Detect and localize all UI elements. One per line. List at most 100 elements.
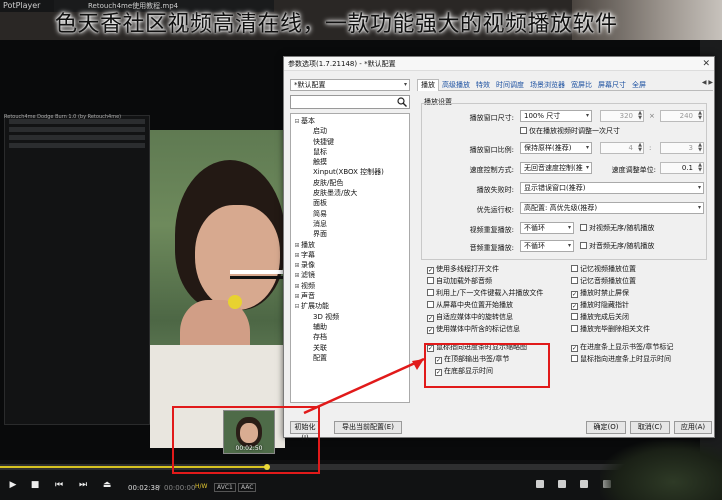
option-label: 记忆音频播放位置 [580, 277, 636, 285]
next-icon[interactable]: ⏭ [76, 479, 90, 491]
option-checkbox[interactable]: ✓ 在进度条上显示书签/章节标记 [571, 343, 673, 352]
tab-3[interactable]: 时间调度 [493, 80, 527, 92]
tree-item[interactable]: ⊟扩展功能 [291, 301, 409, 311]
option-checkbox[interactable]: 从屏幕中央位置开始播放 [427, 301, 513, 310]
tree-item[interactable]: ⊞声音 [291, 291, 409, 301]
cancel-button[interactable]: 取消(C) [630, 421, 670, 434]
checkbox-icon [427, 277, 434, 284]
option-checkbox[interactable]: 播放完毕删除相关文件 [571, 325, 650, 334]
option-checkbox[interactable]: 播放完成后关闭 [571, 313, 629, 322]
apply-button[interactable]: 应用(A) [674, 421, 712, 434]
play-icon[interactable]: ▶ [6, 479, 20, 491]
tree-item-label: 扩展功能 [301, 302, 329, 311]
option-checkbox[interactable]: ✓ 自适应媒体中的旋转信息 [427, 313, 513, 322]
option-checkbox[interactable]: 记忆音频播放位置 [571, 277, 636, 286]
ratio-select[interactable]: 保持原样(推荐) ▾ [520, 142, 592, 154]
tab-4[interactable]: 场景浏览器 [527, 80, 568, 92]
profile-select[interactable]: *默认配置 ▾ [290, 79, 410, 91]
tree-item[interactable]: ⊞滤镜 [291, 270, 409, 280]
tree-item[interactable]: 界面 [291, 229, 409, 239]
window-width-field[interactable]: 320 ▲ ▼ [600, 110, 644, 122]
tree-item[interactable]: 启动 [291, 126, 409, 136]
chevron-down-icon: ▾ [585, 164, 589, 171]
codec-badge[interactable]: AVC1 [214, 483, 236, 492]
option-checkbox[interactable]: ✓ 使用媒体中所含的标记信息 [427, 325, 520, 334]
speed-unit-field[interactable]: 0.1 ▲ ▼ [660, 162, 704, 174]
option-checkbox[interactable]: 记忆视频播放位置 [571, 265, 636, 274]
window-size-select[interactable]: 100% 尺寸 ▾ [520, 110, 592, 122]
tree-item-label: Xinput(XBOX 控制器) [313, 168, 384, 177]
option-checkbox[interactable]: ✓ 播放时隐藏指针 [571, 301, 629, 310]
ok-button[interactable]: 确定(O) [586, 421, 626, 434]
audio-badge[interactable]: AAC [238, 483, 257, 492]
tree-item[interactable]: 皮肤/配色 [291, 178, 409, 188]
settings-icon[interactable] [536, 480, 544, 488]
search-input[interactable] [290, 95, 410, 109]
tree-item[interactable]: ⊞播放 [291, 240, 409, 250]
audio-repeat-select[interactable]: 不循环 ▾ [520, 240, 574, 252]
tree-item-label: 声音 [301, 292, 315, 301]
tab-0[interactable]: 播放 [417, 79, 439, 91]
tree-expander-icon[interactable]: ⊟ [293, 302, 301, 312]
priority-select[interactable]: 高配置: 高优先级(推荐) ▾ [520, 202, 704, 214]
tree-item[interactable]: 简易 [291, 209, 409, 219]
open-file-icon[interactable]: ⏏ [100, 479, 114, 491]
prev-icon[interactable]: ⏮ [52, 479, 66, 491]
video-random-check[interactable]: 对视频无序/随机播放 [580, 224, 654, 233]
close-icon[interactable]: ✕ [702, 57, 710, 71]
tree-item[interactable]: ⊞字幕 [291, 250, 409, 260]
speed-select[interactable]: 无回音速度控制(推 ▾ [520, 162, 592, 174]
subtitle-icon[interactable] [580, 480, 589, 488]
stop-icon[interactable]: ■ [28, 479, 42, 491]
tree-item[interactable]: 面板 [291, 198, 409, 208]
tree-item-label: 滤镜 [301, 271, 315, 280]
tree-item-label: 辅助 [313, 322, 327, 331]
option-checkbox[interactable]: ✓ 使用多线程打开文件 [427, 265, 499, 274]
tree-item[interactable]: 鼠标 [291, 147, 409, 157]
tree-item[interactable]: 存档 [291, 332, 409, 342]
option-checkbox[interactable]: 自动加载外部音频 [427, 277, 492, 286]
tree-item[interactable]: 触摸 [291, 157, 409, 167]
option-label: 播放时禁止屏保 [580, 289, 629, 297]
hw-badge[interactable]: H/W [193, 483, 209, 490]
tree-item[interactable]: ⊟基本 [291, 116, 409, 126]
option-label: 播放完毕删除相关文件 [580, 325, 650, 333]
tree-item[interactable]: Xinput(XBOX 控制器) [291, 167, 409, 177]
playlist-icon[interactable] [558, 480, 567, 488]
tree-item[interactable]: 关联 [291, 343, 409, 353]
ratio-a-field[interactable]: 4 ▲ ▼ [600, 142, 644, 154]
dialog-title: 参数选项(1.7.21148) - *默认配置 [284, 57, 714, 71]
option-checkbox[interactable]: 利用上/下一文件键载入并播放文件 [427, 289, 543, 298]
tab-5[interactable]: 宽屏比 [568, 80, 595, 92]
tab-6[interactable]: 屏幕尺寸 [595, 80, 629, 92]
tree-item[interactable]: ⊞视频 [291, 281, 409, 291]
tree-item[interactable]: 皮肤墨渍/放大 [291, 188, 409, 198]
option-checkbox[interactable]: 鼠标指向进度条上时显示时间 [571, 355, 671, 364]
fail-select[interactable]: 显示错误窗口(推荐) ▾ [520, 182, 704, 194]
window-height-field[interactable]: 240 ▲ ▼ [660, 110, 704, 122]
ratio-b-field[interactable]: 3 ▲ ▼ [660, 142, 704, 154]
video-repeat-select[interactable]: 不循环 ▾ [520, 222, 574, 234]
tree-item-label: 播放 [301, 240, 315, 249]
export-config-button[interactable]: 导出当前配置(E) [334, 421, 402, 434]
tree-item[interactable]: ⊞录像 [291, 260, 409, 270]
tree-item[interactable]: 消息 [291, 219, 409, 229]
spinner-icon: ▲ ▼ [638, 110, 642, 121]
resize-once-check[interactable]: 仅在播放视频时调整一次尺寸 [520, 127, 620, 136]
tree-expander-icon[interactable]: ⊟ [293, 117, 301, 127]
tab-1[interactable]: 高级播放 [439, 80, 473, 92]
tab-7[interactable]: 全屏 [629, 80, 649, 92]
ratio-value: 保持原样(推荐) [524, 144, 572, 152]
cursor-marker [228, 295, 242, 309]
tree-item-label: 皮肤墨渍/放大 [313, 189, 358, 198]
tree-item[interactable]: 快捷键 [291, 137, 409, 147]
search-icon[interactable] [397, 97, 407, 107]
option-checkbox[interactable]: ✓ 播放时禁止屏保 [571, 289, 629, 298]
tab-2[interactable]: 特效 [473, 80, 493, 92]
tree-item[interactable]: 3D 视频 [291, 312, 409, 322]
tree-item[interactable]: 辅助 [291, 322, 409, 332]
highlight-thumbnail-option [424, 343, 550, 388]
audio-random-check[interactable]: 对音频无序/随机播放 [580, 242, 654, 251]
tab-scroll-icon[interactable]: ◀ ▶ [702, 79, 713, 86]
option-label: 使用多线程打开文件 [436, 265, 499, 273]
